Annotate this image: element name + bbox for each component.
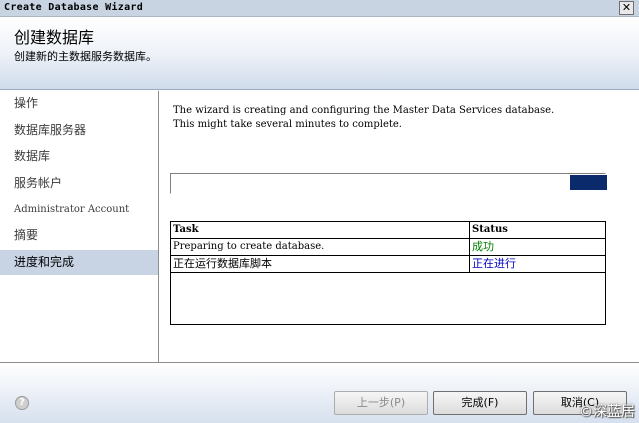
nav-item-administrator-account[interactable]: Administrator Account [0,197,158,222]
nav-item-database-server[interactable]: 数据库服务器 [0,118,158,143]
status-cell: 正在进行 [472,257,516,270]
column-header-task: Task [171,222,470,238]
nav-item-progress-and-finish[interactable]: 进度和完成 [0,250,158,275]
intro-line-2: This might take several minutes to compl… [173,119,402,130]
back-button[interactable]: 上一步(P) [334,391,428,415]
wizard-footer: ? 上一步(P) 完成(F) 取消(C) ©深蓝居 [0,362,639,423]
progress-bar [170,173,607,194]
column-header-status: Status [472,224,508,235]
page-subtitle: 创建新的主数据服务数据库。 [14,50,157,63]
window-title: Create Database Wizard [4,2,144,13]
table-row: Preparing to create database. 成功 [171,239,605,256]
intro-line-1: The wizard is creating and configuring t… [173,105,555,116]
status-cell: 成功 [472,240,494,253]
nav-item-database[interactable]: 数据库 [0,144,158,169]
task-status-table: Task Status Preparing to create database… [170,221,606,325]
table-row: 正在运行数据库脚本 正在进行 [171,256,605,273]
wizard-header: 创建数据库 创建新的主数据服务数据库。 [0,18,639,90]
task-cell: 正在运行数据库脚本 [171,256,470,272]
content-panel: The wizard is creating and configuring t… [160,91,639,362]
intro-text: The wizard is creating and configuring t… [173,104,613,132]
nav-item-action[interactable]: 操作 [0,91,158,116]
task-cell: Preparing to create database. [171,239,470,255]
progress-bar-marquee [570,175,607,190]
page-title: 创建数据库 [14,28,95,47]
finish-button[interactable]: 完成(F) [433,391,527,415]
watermark: ©深蓝居 [579,404,635,420]
close-icon[interactable]: ✕ [619,1,634,15]
table-header-row: Task Status [171,222,605,239]
wizard-steps-nav: 操作 数据库服务器 数据库 服务帐户 Administrator Account… [0,91,159,362]
nav-item-service-account[interactable]: 服务帐户 [0,171,158,196]
help-icon[interactable]: ? [15,396,29,410]
title-bar: Create Database Wizard ✕ [0,0,639,17]
nav-item-summary[interactable]: 摘要 [0,223,158,248]
